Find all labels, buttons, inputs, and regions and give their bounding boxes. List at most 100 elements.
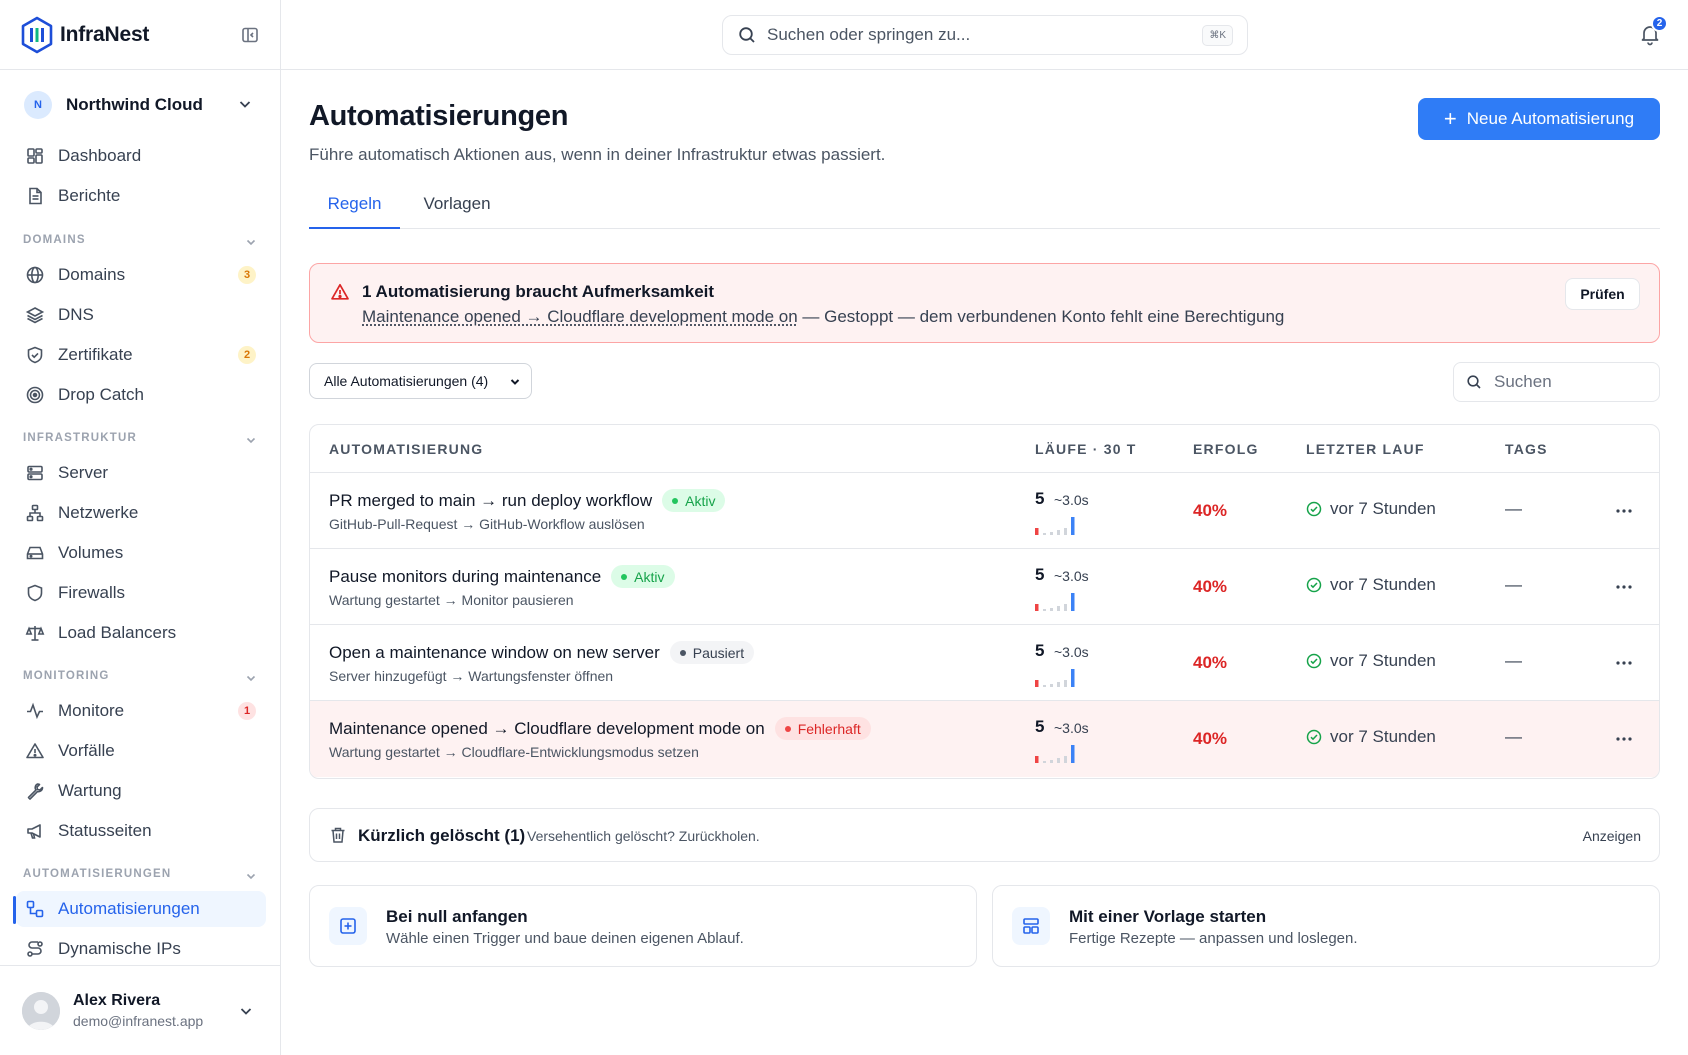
- alert-body: Maintenance opened → Cloudflare developm…: [362, 307, 1284, 327]
- activity-icon: [25, 701, 45, 721]
- card-title: Bei null anfangen: [386, 907, 528, 926]
- sidebar-item-monitore[interactable]: Monitore 1: [16, 693, 266, 729]
- org-avatar: N: [24, 91, 52, 119]
- route-icon: [25, 939, 45, 959]
- check-circle-icon: [1306, 729, 1322, 745]
- col-header-tags[interactable]: TAGS: [1505, 441, 1548, 457]
- card-subtitle: Fertige Rezepte — anpassen und loslegen.: [1069, 930, 1358, 947]
- sidebar-item-dns[interactable]: DNS: [16, 297, 266, 333]
- show-deleted-link[interactable]: Anzeigen: [1583, 828, 1641, 844]
- chevron-down-icon: [237, 1002, 255, 1020]
- count-badge: 1: [238, 702, 256, 720]
- search-placeholder: Suchen oder springen zu...: [767, 25, 971, 44]
- section-domains[interactable]: DOMAINS: [23, 234, 258, 250]
- col-header-runs[interactable]: LÄUFE · 30 T: [1035, 441, 1137, 457]
- sidebar-item-label: Wartung: [58, 781, 122, 800]
- review-button[interactable]: Prüfen: [1565, 278, 1640, 310]
- automation-description: Wartung gestartet → Cloudflare-Entwicklu…: [329, 744, 699, 760]
- status-dot: [784, 725, 791, 732]
- start-from-template-card[interactable]: Mit einer Vorlage starten Fertige Rezept…: [992, 885, 1660, 967]
- sidebar-item-drop-catch[interactable]: Drop Catch: [16, 377, 266, 413]
- user-menu[interactable]: Alex Rivera demo@infranest.app: [0, 965, 281, 1055]
- last-run: vor 7 Stunden: [1306, 499, 1436, 519]
- sidebar-item-domains[interactable]: Domains 3: [16, 257, 266, 293]
- sidebar-item-label: Zertifikate: [58, 345, 133, 364]
- app-name: InfraNest: [60, 22, 150, 46]
- dashboard-icon: [25, 146, 45, 166]
- table-row[interactable]: Open a maintenance window on new server P…: [310, 625, 1659, 701]
- status-dot: [672, 497, 679, 504]
- automation-filter-select[interactable]: Alle Automatisierungen (4): [309, 363, 532, 399]
- chevron-down-icon: [236, 95, 254, 113]
- sidebar-item-label: Netzwerke: [58, 503, 139, 522]
- plus-icon: +: [1443, 106, 1457, 131]
- col-header-success[interactable]: ERFOLG: [1193, 441, 1259, 457]
- search-icon: [737, 25, 757, 45]
- more-options-icon[interactable]: [1614, 577, 1634, 597]
- success-rate: 40%: [1193, 729, 1228, 748]
- col-header-last-run[interactable]: LETZTER LAUF: [1306, 441, 1425, 457]
- page-subtitle: Führe automatisch Aktionen aus, wenn in …: [309, 145, 886, 164]
- table-search-input[interactable]: Suchen: [1453, 362, 1660, 402]
- chevron-down-icon: [244, 433, 258, 447]
- topbar: Suchen oder springen zu... ⌘K 2: [281, 0, 1688, 70]
- sidebar-collapse-icon[interactable]: [240, 25, 260, 45]
- org-name: Northwind Cloud: [66, 95, 203, 114]
- sidebar-item-label: Volumes: [58, 543, 124, 562]
- table-row[interactable]: Maintenance opened → Cloudflare developm…: [310, 701, 1659, 777]
- globe-icon: [25, 265, 45, 285]
- sidebar-item-wartung[interactable]: Wartung: [16, 773, 266, 809]
- section-automatisierungen[interactable]: AUTOMATISIERUNGEN: [23, 868, 258, 884]
- table-row[interactable]: PR merged to main → run deploy workflow A…: [310, 473, 1659, 549]
- card-subtitle: Wähle einen Trigger und baue deinen eige…: [386, 930, 744, 947]
- sidebar-item-dashboard[interactable]: Dashboard: [16, 138, 266, 174]
- automation-description: Server hinzugefügt → Wartungsfenster öff…: [329, 668, 614, 684]
- status-badge: Fehlerhaft: [774, 717, 871, 740]
- sidebar-item-statusseiten[interactable]: Statusseiten: [16, 813, 266, 849]
- start-from-scratch-card[interactable]: Bei null anfangen Wähle einen Trigger un…: [309, 885, 977, 967]
- page-title: Automatisierungen: [309, 100, 569, 132]
- alert-automation-link[interactable]: Maintenance opened → Cloudflare developm…: [362, 307, 798, 326]
- sidebar-item-load-balancers[interactable]: Load Balancers: [16, 615, 266, 651]
- sidebar-item-berichte[interactable]: Berichte: [16, 178, 266, 214]
- sidebar-item-label: Domains: [58, 265, 126, 284]
- sidebar-item-zertifikate[interactable]: Zertifikate 2: [16, 337, 266, 373]
- tab-vorlagen[interactable]: Vorlagen: [417, 188, 497, 229]
- check-circle-icon: [1306, 501, 1322, 517]
- run-sparkline: [1035, 745, 1075, 763]
- sidebar-item-vorfaelle[interactable]: Vorfälle: [16, 733, 266, 769]
- automation-name: PR merged to main → run deploy workflow A…: [329, 489, 726, 512]
- global-search-input[interactable]: Suchen oder springen zu... ⌘K: [722, 15, 1248, 55]
- sidebar-item-server[interactable]: Server: [16, 455, 266, 491]
- section-infrastruktur[interactable]: INFRASTRUKTUR: [23, 432, 258, 448]
- more-options-icon[interactable]: [1614, 501, 1634, 521]
- tab-regeln[interactable]: Regeln: [309, 188, 400, 229]
- col-header-name[interactable]: AUTOMATISIERUNG: [329, 441, 483, 457]
- more-options-icon[interactable]: [1614, 729, 1634, 749]
- status-label: Pausiert: [692, 644, 745, 661]
- org-switcher[interactable]: N Northwind Cloud: [0, 70, 280, 140]
- sidebar-item-volumes[interactable]: Volumes: [16, 535, 266, 571]
- tags: —: [1505, 727, 1522, 746]
- automation-description: GitHub-Pull-Request → GitHub-Workflow au…: [329, 516, 645, 532]
- sidebar-item-label: Monitore: [58, 701, 125, 720]
- sidebar-item-automatisierungen[interactable]: Automatisierungen: [16, 891, 266, 927]
- section-label: DOMAINS: [23, 234, 86, 246]
- more-options-icon[interactable]: [1614, 653, 1634, 673]
- network-icon: [25, 503, 45, 523]
- table-row[interactable]: Pause monitors during maintenance Aktiv W…: [310, 549, 1659, 625]
- shield-check-icon: [25, 345, 45, 365]
- plus-square-icon: [329, 907, 367, 945]
- sidebar-item-netzwerke[interactable]: Netzwerke: [16, 495, 266, 531]
- sidebar-item-dynamische-ips[interactable]: Dynamische IPs: [16, 931, 266, 967]
- success-rate: 40%: [1193, 501, 1228, 520]
- sidebar-item-label: Dynamische IPs: [58, 939, 181, 958]
- sidebar-item-firewalls[interactable]: Firewalls: [16, 575, 266, 611]
- avg-duration: ~3.0s: [1054, 720, 1089, 736]
- shield-icon: [25, 583, 45, 603]
- check-circle-icon: [1306, 577, 1322, 593]
- new-automation-button[interactable]: + Neue Automatisierung: [1418, 98, 1660, 140]
- section-monitoring[interactable]: MONITORING: [23, 670, 258, 686]
- run-sparkline: [1035, 593, 1075, 611]
- shortcut-hint: ⌘K: [1202, 25, 1233, 46]
